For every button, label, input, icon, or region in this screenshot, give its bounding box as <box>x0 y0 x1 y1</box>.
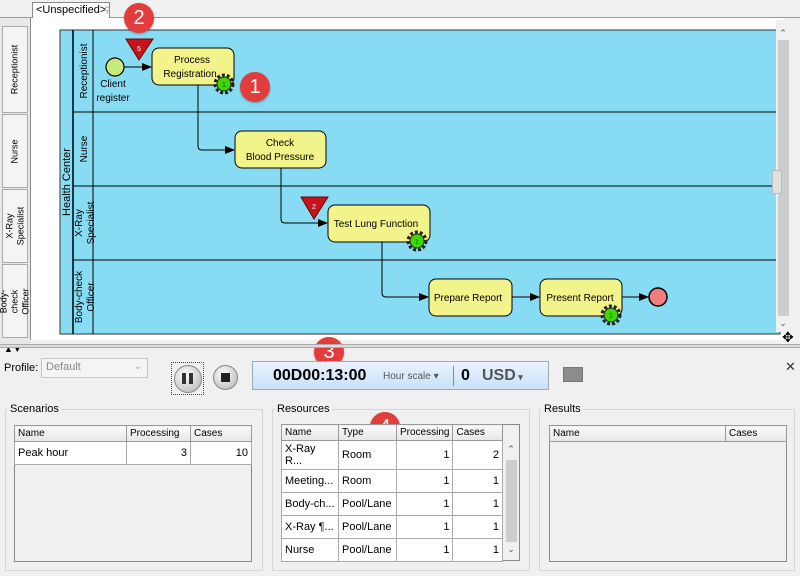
column-header[interactable]: Processing <box>395 424 454 441</box>
table-row[interactable]: X-Ray ¶... Pool/Lane 1 1 <box>281 515 503 539</box>
column-header[interactable]: Cases <box>725 425 787 442</box>
column-header[interactable]: Name <box>14 425 127 442</box>
table-row[interactable]: Meeting... Room 1 1 <box>281 469 503 493</box>
elapsed-time: 00D00:13:00 <box>273 367 367 384</box>
lane-xray-label-2: Specialist <box>86 201 97 244</box>
svg-text:5: 5 <box>137 46 141 53</box>
end-event[interactable] <box>648 287 668 307</box>
svg-text:Registration: Registration <box>163 69 216 80</box>
resources-scrollbar[interactable]: ⌃ ⌄ <box>503 442 519 560</box>
svg-text:Present Report: Present Report <box>546 293 613 304</box>
cost-value: 0 <box>461 367 470 384</box>
start-event-label-2: register <box>96 93 130 104</box>
svg-text:1: 1 <box>609 313 613 320</box>
svg-text:1: 1 <box>415 239 419 246</box>
resources-title: Resources <box>277 403 330 415</box>
table-row[interactable]: Peak hour 3 10 <box>14 441 252 465</box>
lane-nurse-label: Nurse <box>79 135 90 162</box>
pause-icon <box>182 373 193 384</box>
scenarios-title: Scenarios <box>10 403 59 415</box>
scroll-down-icon[interactable]: ⌄ <box>503 544 519 555</box>
separator <box>453 366 454 386</box>
results-table-frame <box>549 425 787 562</box>
results-table: Name Cases <box>549 425 787 442</box>
scroll-thumb[interactable] <box>506 460 517 542</box>
stop-icon <box>221 373 230 382</box>
column-header[interactable]: Type <box>338 424 397 441</box>
callout-badge: 2 <box>124 3 154 33</box>
profile-label: Profile: <box>4 362 39 374</box>
start-event[interactable] <box>105 57 125 77</box>
column-header[interactable]: Cases <box>190 425 252 442</box>
time-scale-dropdown[interactable]: Hour scale ▾ <box>383 371 439 382</box>
table-row[interactable]: X-Ray R... Room 1 2 <box>281 440 503 470</box>
column-header[interactable]: Name <box>549 425 726 442</box>
splitter-handle[interactable] <box>772 170 782 194</box>
table-row[interactable]: Body-ch... Pool/Lane 1 1 <box>281 492 503 516</box>
svg-text:Prepare Report: Prepare Report <box>434 293 503 304</box>
lane-bodycheck-label-1: Body-check <box>74 270 85 323</box>
svg-text:Test Lung Function: Test Lung Function <box>334 219 419 230</box>
profile-select[interactable]: Default ⌄ <box>41 358 148 378</box>
column-header[interactable]: Processing <box>126 425 191 442</box>
table-row[interactable]: Nurse Pool/Lane 1 1 <box>281 538 503 562</box>
task-prepare-report[interactable]: Prepare Report <box>428 278 513 317</box>
close-icon[interactable]: ✕ <box>785 359 796 375</box>
simulation-status-box: 00D00:13:00 Hour scale ▾ 0 USD ▾ <box>252 361 549 390</box>
scroll-up-icon[interactable]: ⌃ <box>777 28 789 39</box>
bpmn-diagram: Health Center Receptionist Nurse X-Ray S… <box>59 29 781 335</box>
scroll-up-icon[interactable]: ⌃ <box>503 444 519 455</box>
currency-dropdown[interactable]: USD ▾ <box>482 367 523 385</box>
svg-text:Process: Process <box>174 55 210 66</box>
lane-xray-label-1: X-Ray <box>74 209 85 237</box>
svg-text:Blood Pressure: Blood Pressure <box>246 152 315 163</box>
svg-text:1: 1 <box>222 82 226 89</box>
scenarios-table: Name Processing Cases Peak hour 3 10 <box>14 425 252 465</box>
lane-receptionist-label: Receptionist <box>79 43 90 98</box>
stop-button[interactable] <box>213 365 238 390</box>
chart-icon[interactable] <box>563 367 583 382</box>
column-header[interactable]: Cases <box>452 424 503 441</box>
lane-bodycheck-label-2: Officer <box>86 282 97 312</box>
pause-button[interactable] <box>171 362 204 395</box>
svg-text:Check: Check <box>266 138 295 149</box>
column-header[interactable]: Name <box>281 424 339 441</box>
move-icon[interactable]: ✥ <box>782 330 794 344</box>
chevron-down-icon: ⌄ <box>133 361 142 372</box>
resources-table: Name Type Processing Cases X-Ray R... Roo… <box>281 424 503 562</box>
pool-title: Health Center <box>61 148 73 216</box>
task-check-blood-pressure[interactable]: Check Blood Pressure <box>234 130 327 169</box>
start-event-label-1: Client <box>100 79 126 90</box>
results-title: Results <box>544 403 581 415</box>
callout-badge: 1 <box>240 72 270 102</box>
scroll-down-icon[interactable]: ⌄ <box>777 318 789 329</box>
svg-text:2: 2 <box>312 204 316 211</box>
panel-divider[interactable] <box>0 344 800 348</box>
